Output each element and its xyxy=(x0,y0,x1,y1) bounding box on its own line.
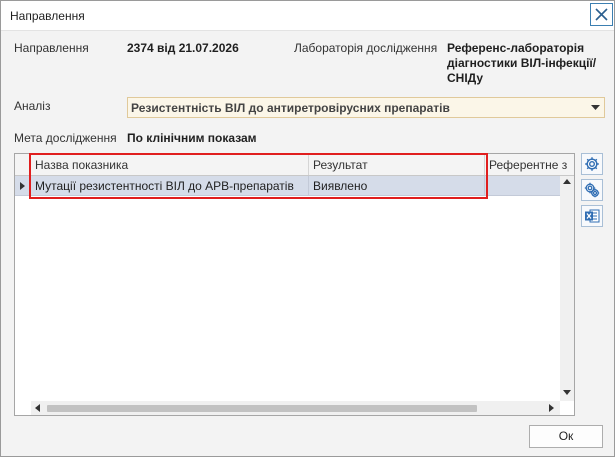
table-row[interactable]: Мутації резистентності ВІЛ до АРВ-препар… xyxy=(15,176,560,196)
excel-icon xyxy=(585,209,600,223)
grid-settings-all-button[interactable] xyxy=(581,179,603,201)
results-grid: Назва показника Результат Референтне з М… xyxy=(14,153,575,416)
horizontal-scroll-thumb[interactable] xyxy=(47,405,477,412)
column-header-result[interactable]: Результат xyxy=(309,154,485,175)
title-bar: Направлення xyxy=(1,1,614,31)
gears-icon xyxy=(584,182,600,198)
scroll-left-icon[interactable] xyxy=(35,404,40,412)
chevron-down-icon xyxy=(591,105,600,110)
vertical-scrollbar[interactable] xyxy=(560,176,574,401)
row-indicator xyxy=(15,176,31,196)
direction-label: Направлення xyxy=(14,41,89,55)
close-icon xyxy=(595,8,608,21)
cell-result: Виявлено xyxy=(309,176,485,196)
lab-value: Референс-лабораторія діагностики ВІЛ-інф… xyxy=(447,41,597,85)
analysis-select[interactable]: Резистентність ВІЛ до антиретровірусних … xyxy=(127,97,605,118)
close-button[interactable] xyxy=(590,3,613,26)
analysis-label: Аналіз xyxy=(14,99,51,113)
horizontal-scrollbar[interactable] xyxy=(31,401,560,415)
dialog-window: Направлення Направлення 2374 від 21.07.2… xyxy=(0,0,615,457)
analysis-select-value: Резистентність ВІЛ до антиретровірусних … xyxy=(131,101,450,115)
column-header-reference[interactable]: Референтне з xyxy=(485,154,574,175)
gear-icon xyxy=(585,157,599,171)
purpose-label: Мета дослідження xyxy=(14,131,117,145)
header-indicator-cell xyxy=(15,154,31,175)
row-pointer-icon xyxy=(20,182,25,190)
scroll-down-icon[interactable] xyxy=(563,390,571,395)
ok-button[interactable]: Ок xyxy=(529,425,603,448)
export-excel-button[interactable] xyxy=(581,205,603,227)
scroll-up-icon[interactable] xyxy=(563,179,571,184)
column-header-indicator[interactable]: Назва показника xyxy=(31,154,309,175)
grid-settings-button[interactable] xyxy=(581,153,603,175)
lab-label: Лабораторія дослідження xyxy=(294,41,438,55)
cell-reference xyxy=(485,176,560,196)
cell-indicator: Мутації резистентності ВІЛ до АРВ-препар… xyxy=(31,176,309,196)
window-title: Направлення xyxy=(10,9,85,23)
direction-value: 2374 від 21.07.2026 xyxy=(127,41,239,55)
grid-header: Назва показника Результат Референтне з xyxy=(15,154,574,176)
scroll-right-icon[interactable] xyxy=(549,404,554,412)
purpose-value: По клінічним показам xyxy=(127,131,257,145)
